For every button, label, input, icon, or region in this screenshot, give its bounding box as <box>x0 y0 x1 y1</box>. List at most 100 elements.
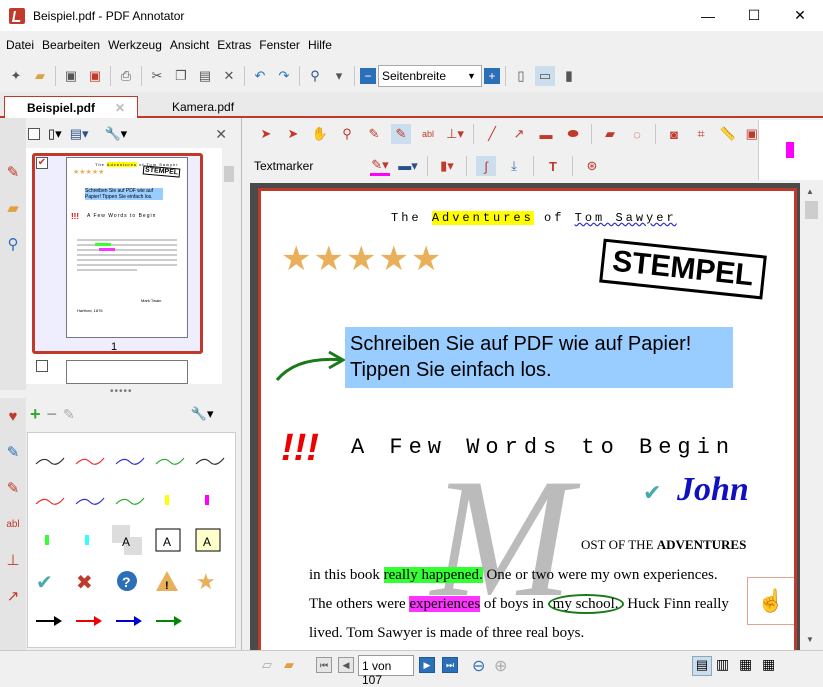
annotations-tab-icon[interactable]: ✎ <box>0 154 26 190</box>
pen-tab-icon[interactable]: ✎ <box>0 434 26 470</box>
forward-page-icon[interactable]: ▰ <box>284 657 294 673</box>
single-page-view-icon[interactable]: ▤ <box>692 656 712 676</box>
wrench-icon[interactable]: 🔧▾ <box>191 406 214 422</box>
eraser-icon[interactable]: ▰ <box>600 124 620 144</box>
page-icon[interactable]: ▯▾ <box>48 126 62 142</box>
remove-icon[interactable]: − <box>47 404 58 425</box>
highlighter-icon[interactable]: ✎ <box>391 124 411 144</box>
new-document-icon[interactable]: ✦ <box>6 66 26 86</box>
close-panel-icon[interactable]: ✕ <box>215 126 227 143</box>
rectangle-icon[interactable]: ▬ <box>536 124 556 144</box>
scroll-down-icon[interactable]: ▼ <box>806 635 814 644</box>
wrench-icon[interactable]: 🔧▾ <box>105 126 128 142</box>
last-page-icon[interactable]: ⏭ <box>442 657 458 673</box>
textbox-tab-icon[interactable]: abl <box>0 506 26 542</box>
first-page-icon[interactable]: ⏮ <box>316 657 332 673</box>
exclamation-annotation[interactable]: !!! <box>281 427 319 470</box>
arrow-icon[interactable]: ↗ <box>509 124 529 144</box>
minimize-button[interactable]: — <box>685 0 731 31</box>
page-number-input[interactable]: 1 von 107 <box>358 655 414 687</box>
line-icon[interactable]: ╱ <box>482 124 502 144</box>
circled-text[interactable]: my school. <box>547 594 624 614</box>
next-page-icon[interactable]: ▶ <box>419 657 435 673</box>
align-icon[interactable]: ⤓ <box>504 156 524 176</box>
zoom-tool-icon[interactable]: ⚲ <box>337 124 357 144</box>
maximize-button[interactable]: ☐ <box>731 0 777 31</box>
menu-fenster[interactable]: Fenster <box>259 38 300 52</box>
scroll-up-icon[interactable]: ▲ <box>806 187 814 196</box>
checkmark-annotation[interactable]: ✔ <box>643 481 661 506</box>
menu-bearbeiten[interactable]: Bearbeiten <box>42 38 100 52</box>
open-folder-icon[interactable]: ▰ <box>30 66 50 86</box>
tab-beispiel[interactable]: Beispiel.pdf ✕ <box>4 96 138 118</box>
heart-icon[interactable]: ♥ <box>0 398 26 434</box>
copy-icon[interactable]: ❐ <box>171 66 191 86</box>
view-icon[interactable]: ▤▾ <box>70 126 89 142</box>
folder-tab-icon[interactable]: ▰ <box>0 190 26 226</box>
signature-annotation[interactable]: John <box>677 471 749 509</box>
fullscreen-icon[interactable]: ▮ <box>559 66 579 86</box>
redo-icon[interactable]: ↷ <box>274 66 294 86</box>
ruler-icon[interactable]: 📏 <box>718 124 738 144</box>
highlight-magenta[interactable]: experiences <box>409 596 481 612</box>
save-icon[interactable]: ▣ <box>61 66 81 86</box>
menu-datei[interactable]: Datei <box>6 38 34 52</box>
smooth-icon[interactable]: ∫ <box>476 156 496 176</box>
history-back-icon[interactable]: ⊖ <box>472 656 485 676</box>
hand-icon[interactable]: ✋ <box>310 124 330 144</box>
menu-extras[interactable]: Extras <box>217 38 251 52</box>
history-forward-icon[interactable]: ⊕ <box>494 656 507 676</box>
text-note-annotation[interactable]: Schreiben Sie auf PDF wie auf Papier! Ti… <box>345 327 733 388</box>
color-picker-icon[interactable]: ✎▾ <box>370 156 390 176</box>
highlight-green[interactable]: really happened. <box>383 567 483 583</box>
fill-icon[interactable]: ▮▾ <box>437 156 457 176</box>
delete-icon[interactable]: ✕ <box>219 66 239 86</box>
line-width-icon[interactable]: ▬▾ <box>398 156 418 176</box>
edit-icon[interactable]: ✎ <box>63 406 75 423</box>
close-button[interactable]: ✕ <box>777 0 823 31</box>
stamp-tab-icon[interactable]: ⊥ <box>0 542 26 578</box>
crop-icon[interactable]: ⌗ <box>691 124 711 144</box>
tab-kamera[interactable]: Kamera.pdf <box>150 96 280 118</box>
camera-icon[interactable]: ◙ <box>664 124 684 144</box>
previous-page-icon[interactable]: ◀ <box>338 657 354 673</box>
continuous-view-icon[interactable]: ▥ <box>716 656 729 673</box>
marker-tab-icon[interactable]: ✎ <box>0 470 26 506</box>
favorite-pens[interactable]: A A A ✔ ✖ ? ! ★ <box>28 433 237 649</box>
paste-icon[interactable]: ▤ <box>195 66 215 86</box>
select-text-icon[interactable]: ➤ <box>283 124 303 144</box>
fit-page-icon[interactable]: ▯ <box>511 66 531 86</box>
zoom-out-icon[interactable]: − <box>360 68 376 84</box>
zoom-in-icon[interactable]: + <box>484 68 500 84</box>
find-icon[interactable]: ⚲ <box>305 66 325 86</box>
cut-icon[interactable]: ✂ <box>147 66 167 86</box>
close-tab-icon[interactable]: ✕ <box>115 101 125 115</box>
menu-hilfe[interactable]: Hilfe <box>308 38 332 52</box>
select-icon[interactable]: ➤ <box>256 124 276 144</box>
attachment-tab-icon[interactable]: ⚲ <box>0 226 26 262</box>
menu-ansicht[interactable]: Ansicht <box>170 38 209 52</box>
stamp-icon[interactable]: ⊥▾ <box>445 124 465 144</box>
scroll-thumb[interactable] <box>224 166 234 182</box>
add-icon[interactable]: + <box>30 404 41 425</box>
two-page-view-icon[interactable]: ▦ <box>739 656 752 673</box>
stamp-annotation[interactable]: STEMPEL <box>599 238 767 300</box>
hand-tool-icon[interactable]: ☝ <box>747 577 794 625</box>
text-format-icon[interactable]: T <box>543 156 563 176</box>
print-icon[interactable]: ⎙ <box>116 66 136 86</box>
signature-icon[interactable]: ⊛ <box>582 156 602 176</box>
document-page[interactable]: The Adventures of Tom Sawyer ★★★★★ STEMP… <box>258 188 797 653</box>
fit-width-icon[interactable]: ▭ <box>535 66 555 86</box>
thumb-checkbox-2[interactable] <box>36 360 48 372</box>
two-page-continuous-view-icon[interactable]: ▦ <box>762 656 775 673</box>
textbox-icon[interactable]: abl <box>418 124 438 144</box>
pen-icon[interactable]: ✎ <box>364 124 384 144</box>
scroll-thumb[interactable] <box>805 201 818 219</box>
green-arrow-annotation[interactable] <box>271 346 351 386</box>
save-as-icon[interactable]: ▣ <box>85 66 105 86</box>
menu-werkzeug[interactable]: Werkzeug <box>108 38 162 52</box>
thumbnail-scrollbar[interactable] <box>222 148 236 384</box>
ellipse-icon[interactable]: ⬬ <box>563 124 583 144</box>
document-scrollbar[interactable]: ▲ ▼ <box>800 183 823 651</box>
bookmark-icon[interactable]: ▾ <box>329 66 349 86</box>
